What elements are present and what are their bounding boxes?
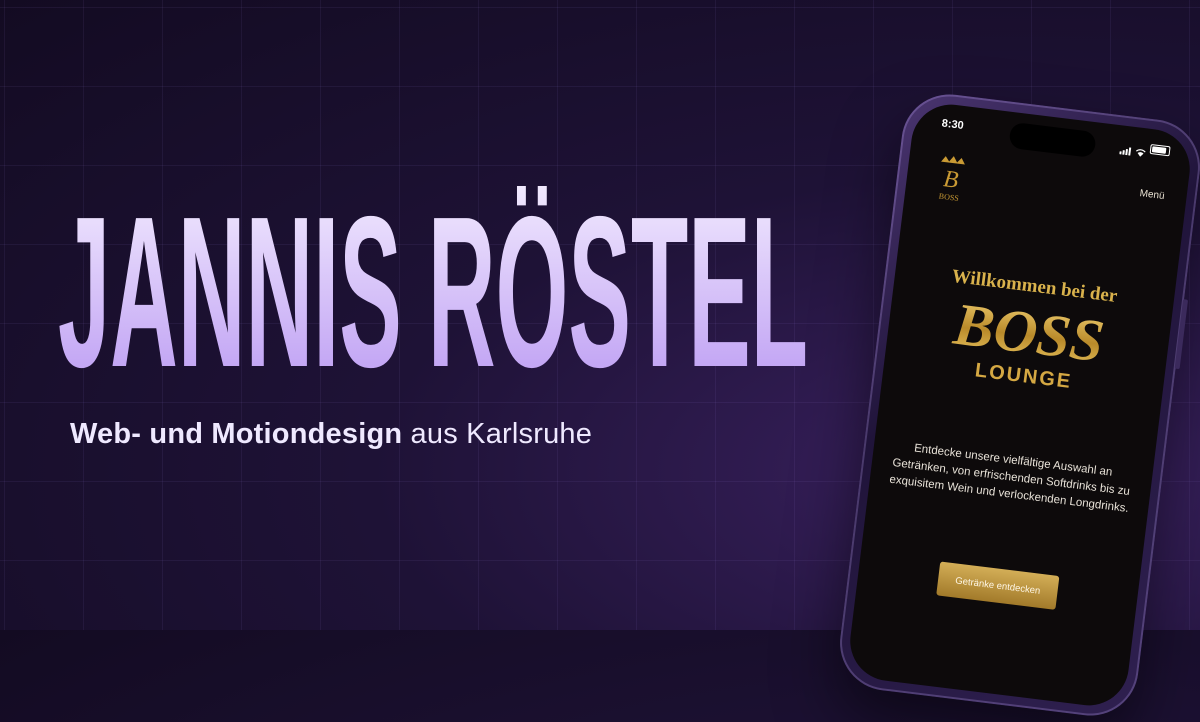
- logo-letter: B: [942, 166, 960, 194]
- menu-button[interactable]: Menü: [1139, 188, 1165, 202]
- hero-name: JANNIS RÖSTEL: [58, 186, 818, 386]
- hero-name-svg: JANNIS RÖSTEL: [58, 186, 808, 386]
- status-time: 8:30: [941, 117, 965, 133]
- description-text: Entdecke unsere vielfältige Auswahl an G…: [888, 442, 1131, 515]
- tagline-bold: Web- und Motiondesign: [70, 418, 403, 450]
- tagline-rest: aus Karlsruhe: [410, 418, 593, 450]
- boss-logo[interactable]: B BOSS: [926, 150, 976, 207]
- battery-icon: [1149, 143, 1171, 157]
- wifi-icon: [1135, 143, 1147, 157]
- signal-icon: [1119, 141, 1133, 156]
- drinks-cta-button[interactable]: Getränke entdecken: [936, 561, 1060, 610]
- logo-text: BOSS: [938, 192, 959, 203]
- dynamic-island: [1008, 121, 1097, 159]
- status-icons: [1119, 140, 1171, 157]
- hero-name-text: JANNIS RÖSTEL: [58, 186, 808, 386]
- tagline: Web- und Motiondesign aus Karlsruhe: [70, 418, 592, 451]
- crown-icon: B BOSS: [938, 156, 965, 203]
